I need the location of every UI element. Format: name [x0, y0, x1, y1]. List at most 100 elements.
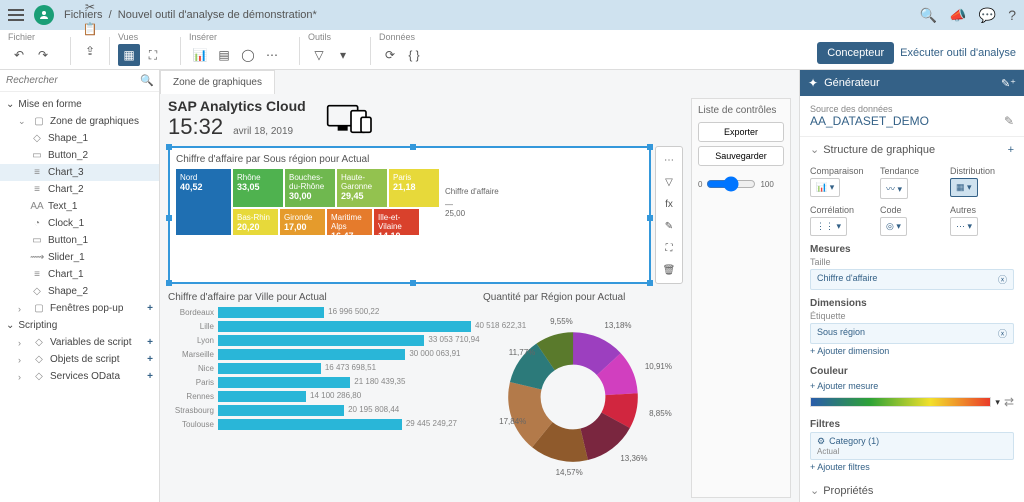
tree-item-shape2[interactable]: ◇Shape_2 [0, 283, 159, 300]
tree-item-text1[interactable]: AAText_1 [0, 198, 159, 215]
run-analysis-button[interactable]: Exécuter outil d'analyse [900, 47, 1016, 59]
ct-other[interactable]: ⋯ ▾ [950, 217, 978, 236]
edit-source-icon[interactable]: ✎ [1004, 114, 1014, 128]
data-refresh-button[interactable]: ⟳ [379, 44, 401, 66]
tree-section-format[interactable]: ⌄Mise en forme [0, 96, 159, 113]
view-design-button[interactable]: ▦ [118, 44, 140, 66]
tree-item-chart1[interactable]: ≡Chart_1 [0, 266, 159, 283]
bar-row[interactable]: Nice16 473 698,51 [168, 363, 471, 374]
ct-correlation-label: Corrélation [810, 205, 854, 215]
chart-filter-icon[interactable]: ▽ [660, 173, 678, 191]
paste-button[interactable]: 📋 [79, 18, 101, 40]
chart-fx-icon[interactable]: fx [660, 195, 678, 213]
tree-script-objs[interactable]: ›◇Objets de script+ [0, 351, 159, 368]
search-input[interactable] [6, 75, 140, 86]
swap-colors-icon[interactable]: ⇄ [1004, 395, 1014, 409]
tree-popup-windows[interactable]: ›▢Fenêtres pop-up+ [0, 300, 159, 317]
bar-row[interactable]: Paris21 180 439,35 [168, 377, 471, 388]
export-button[interactable]: Exporter [698, 122, 784, 142]
bar-row[interactable]: Bordeaux16 996 500,22 [168, 307, 471, 318]
slider-input[interactable] [706, 176, 756, 192]
hamburger-menu-icon[interactable] [8, 9, 24, 21]
ct-correlation[interactable]: ⋮⋮ ▾ [810, 217, 847, 236]
ct-code[interactable]: ◎ ▾ [880, 217, 907, 236]
tree-item-button1[interactable]: ▭Button_1 [0, 232, 159, 249]
tools-more-button[interactable]: ▾ [332, 44, 354, 66]
add-filter-button[interactable]: + Ajouter filtres [810, 460, 1014, 474]
donut-label: 11,77% [509, 348, 536, 357]
chart-edit-icon[interactable]: ✎ [660, 217, 678, 235]
treemap-cell[interactable]: Bas-Rhin20,20 [233, 209, 278, 235]
insert-chart-button[interactable]: 📊 [189, 44, 211, 66]
data-code-button[interactable]: { } [403, 44, 425, 66]
designer-button[interactable]: Concepteur [817, 42, 894, 64]
help-icon[interactable]: ? [1008, 7, 1016, 24]
tree-odata[interactable]: ›◇Services OData+ [0, 368, 159, 385]
bar-row[interactable]: Toulouse29 445 249,27 [168, 419, 471, 430]
chart-fullscreen-icon[interactable]: ⛶ [660, 239, 678, 257]
undo-button[interactable]: ↶ [8, 44, 30, 66]
bar-chart-widget[interactable]: Chiffre d'affaire par Ville pour Actual … [168, 292, 471, 490]
save-button[interactable]: Sauvegarder [698, 146, 784, 166]
canvas-tab[interactable]: Zone de graphiques [160, 70, 275, 94]
color-gradient[interactable] [810, 397, 991, 407]
filter-pill[interactable]: ⚙Category (1) Actual [810, 432, 1014, 460]
treemap-cell[interactable]: Gironde17,00 [280, 209, 325, 235]
dimension-pill[interactable]: Sous régionⓧ [810, 323, 1014, 344]
chart-more-icon[interactable]: ⋯ [660, 151, 678, 169]
tree-item-chart2[interactable]: ≡Chart_2 [0, 181, 159, 198]
tree-item-chart3[interactable]: ≡Chart_3 [0, 164, 159, 181]
rp-properties-title[interactable]: ⌄Propriétés [800, 478, 1024, 502]
treemap-cell[interactable]: Maritime Alps16,47 [327, 209, 372, 235]
treemap-cell[interactable]: Rhône33,05 [233, 169, 283, 207]
donut-label: 13,36% [620, 454, 647, 463]
redo-button[interactable]: ↷ [32, 44, 54, 66]
view-fullscreen-button[interactable]: ⛶ [142, 44, 164, 66]
search-icon[interactable]: 🔍 [920, 7, 937, 24]
add-measure-button[interactable]: + Ajouter mesure [810, 379, 1014, 393]
chat-icon[interactable]: 💬 [979, 7, 996, 24]
measure-pill[interactable]: Chiffre d'affaireⓧ [810, 269, 1014, 290]
generator-icon: ✦ [808, 76, 818, 90]
remove-measure-icon[interactable]: ⓧ [998, 273, 1007, 286]
insert-table-button[interactable]: ▤ [213, 44, 235, 66]
controls-title: Liste de contrôles [698, 105, 784, 116]
tree-item-slider1[interactable]: ⟿Slider_1 [0, 249, 159, 266]
insert-shape-button[interactable]: ◯ [237, 44, 259, 66]
chart-delete-icon[interactable]: 🗑 [660, 261, 678, 279]
bar-row[interactable]: Rennes14 100 286,80 [168, 391, 471, 402]
ct-distribution[interactable]: ▦ ▾ [950, 178, 978, 197]
remove-dimension-icon[interactable]: ⓧ [998, 327, 1007, 340]
ct-trend[interactable]: 〰 ▾ [880, 178, 908, 199]
treemap-cell[interactable]: Ille-et-Vilaine14,10 [374, 209, 419, 235]
bar-row[interactable]: Marseille30 000 063,91 [168, 349, 471, 360]
tree-script-vars[interactable]: ›◇Variables de script+ [0, 334, 159, 351]
wand-icon[interactable]: ✎⁺ [1001, 77, 1016, 90]
tree-section-scripting[interactable]: ⌄Scripting [0, 317, 159, 334]
ct-comparison[interactable]: 📊 ▾ [810, 178, 840, 197]
bar-row[interactable]: Lyon33 053 710,94 [168, 335, 471, 346]
avatar[interactable] [34, 5, 54, 25]
tools-filter-button[interactable]: ▽ [308, 44, 330, 66]
search-icon[interactable]: 🔍 [140, 74, 154, 87]
donut-chart-widget[interactable]: Quantité par Région pour Actual 13,18%10… [483, 292, 683, 490]
bar-row[interactable]: Lille40 518 622,31 [168, 321, 471, 332]
tree-item-button2[interactable]: ▭Button_2 [0, 147, 159, 164]
add-dimension-button[interactable]: + Ajouter dimension [810, 344, 1014, 358]
announce-icon[interactable]: 📣 [949, 7, 966, 24]
tree-item-shape1[interactable]: ◇Shape_1 [0, 130, 159, 147]
insert-more-button[interactable]: ⋯ [261, 44, 283, 66]
tree-chart-zone[interactable]: ⌄▢Zone de graphiques [0, 113, 159, 130]
clock-time: 15:32 [168, 114, 223, 140]
tree-item-clock1[interactable]: ◔Clock_1 [0, 215, 159, 232]
treemap-cell[interactable]: Bouches-du-Rhône30,00 [285, 169, 335, 207]
treemap-cell[interactable]: Haute-Garonne29,45 [337, 169, 387, 207]
rp-structure-title[interactable]: ⌄Structure de graphique+ [800, 137, 1024, 162]
bar-row[interactable]: Strasbourg20 195 808,44 [168, 405, 471, 416]
treemap-cell[interactable]: Nord40,52 [176, 169, 231, 235]
cut-button[interactable]: ✂ [79, 0, 101, 18]
rp-source-name[interactable]: AA_DATASET_DEMO [810, 114, 929, 128]
chart-treemap-widget[interactable]: Chiffre d'affaire par Sous région pour A… [168, 146, 651, 284]
share-button[interactable]: ⇪ [79, 40, 101, 62]
treemap-cell[interactable]: Paris21,18 [389, 169, 439, 207]
